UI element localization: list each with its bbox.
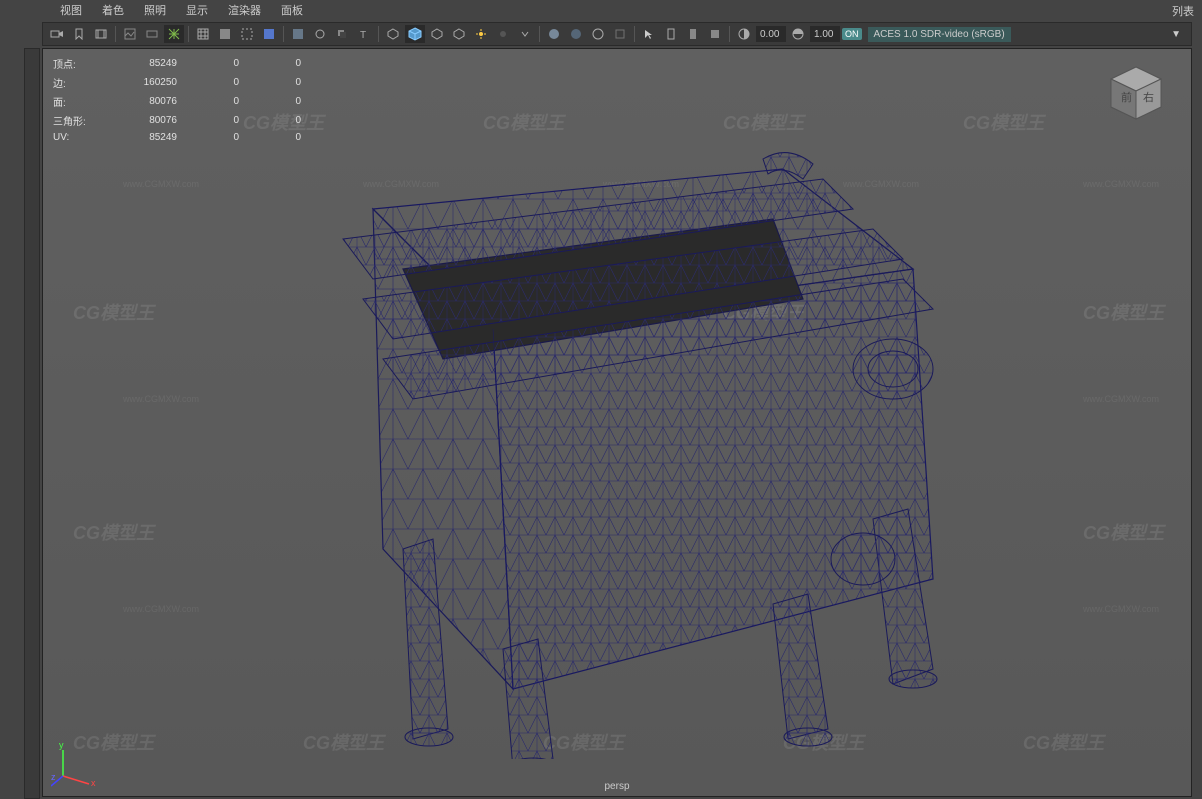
bookmark-icon[interactable] — [69, 25, 89, 43]
cube3-icon[interactable] — [449, 25, 469, 43]
menu-show[interactable]: 显示 — [176, 0, 218, 20]
viewport-toolbar: T 0.00 1.00 ON ACES 1.0 SDR-video (sRGB)… — [42, 22, 1192, 46]
wireframe-icon[interactable] — [193, 25, 213, 43]
arrow-down-icon[interactable] — [515, 25, 535, 43]
viewcube[interactable]: 前 右 — [1101, 59, 1171, 129]
snap3-icon[interactable] — [705, 25, 725, 43]
watermark: CG模型王 — [483, 109, 564, 135]
polycount-hud: 顶点:8524900 边:16025000 面:8007600 三角形:8007… — [51, 53, 303, 146]
hud-row-faces: 面:8007600 — [53, 93, 301, 110]
watermark: CG模型王 — [723, 109, 804, 135]
sphere3-icon[interactable] — [588, 25, 608, 43]
cube2-icon[interactable] — [427, 25, 447, 43]
shaded-wire-icon[interactable] — [259, 25, 279, 43]
film-icon[interactable] — [91, 25, 111, 43]
camera-name: persp — [604, 781, 629, 792]
snap2-icon[interactable] — [683, 25, 703, 43]
light-icon[interactable] — [471, 25, 491, 43]
gate-icon[interactable] — [142, 25, 162, 43]
menu-renderer[interactable]: 渲染器 — [218, 0, 271, 20]
axis-gizmo[interactable]: y x z — [51, 738, 101, 788]
model-wireframe — [213, 139, 993, 759]
watermark-sub: www.CGMXW.com — [123, 179, 199, 189]
watermark: CG模型王 — [963, 109, 1044, 135]
watermark: CG模型王 — [1083, 519, 1164, 545]
text-icon[interactable]: T — [354, 25, 374, 43]
watermark: CG模型王 — [1023, 729, 1104, 755]
snap-icon[interactable] — [661, 25, 681, 43]
sphere2-icon[interactable] — [566, 25, 586, 43]
svg-text:y: y — [59, 740, 64, 750]
bbox-icon[interactable] — [237, 25, 257, 43]
isolate-icon[interactable] — [383, 25, 403, 43]
svg-text:z: z — [51, 772, 56, 782]
menu-view[interactable]: 视图 — [50, 0, 92, 20]
colorspace-dropdown[interactable]: ACES 1.0 SDR-video (sRGB) — [868, 27, 1011, 42]
image-plane-icon[interactable] — [120, 25, 140, 43]
hud-row-verts: 顶点:8524900 — [53, 55, 301, 72]
menu-lighting[interactable]: 照明 — [134, 0, 176, 20]
left-gutter — [0, 20, 24, 799]
watermark-sub: www.CGMXW.com — [1083, 179, 1159, 189]
gamma-icon[interactable] — [788, 25, 808, 43]
svg-text:x: x — [91, 778, 96, 788]
hud-row-edges: 边:16025000 — [53, 74, 301, 91]
exposure-value[interactable]: 0.00 — [756, 26, 786, 42]
viewport[interactable]: CG模型王 CG模型王 CG模型王 CG模型王 www.CGMXW.com ww… — [42, 48, 1192, 797]
dot-icon[interactable] — [493, 25, 513, 43]
shadows-icon[interactable] — [332, 25, 352, 43]
select-camera-icon[interactable] — [47, 25, 67, 43]
chevron-down-icon[interactable]: ▼ — [1171, 29, 1181, 40]
hud-row-tris: 三角形:8007600 — [53, 112, 301, 129]
textured-icon[interactable] — [288, 25, 308, 43]
watermark-sub: www.CGMXW.com — [1083, 604, 1159, 614]
menu-panels[interactable]: 面板 — [271, 0, 313, 20]
left-sidebar[interactable] — [24, 48, 40, 799]
lights-icon[interactable] — [310, 25, 330, 43]
cube-icon[interactable] — [405, 25, 425, 43]
watermark: CG模型王 — [1083, 299, 1164, 325]
watermark-sub: www.CGMXW.com — [123, 604, 199, 614]
viewcube-right: 右 — [1143, 90, 1154, 104]
watermark-sub: www.CGMXW.com — [123, 394, 199, 404]
xray-icon[interactable] — [610, 25, 630, 43]
grid-icon[interactable] — [164, 25, 184, 43]
gamma-value[interactable]: 1.00 — [810, 26, 840, 42]
watermark: CG模型王 — [73, 299, 154, 325]
right-panel-label[interactable]: 列表 — [1172, 3, 1194, 19]
shaded-icon[interactable] — [215, 25, 235, 43]
viewport-canvas[interactable]: CG模型王 CG模型王 CG模型王 CG模型王 www.CGMXW.com ww… — [43, 49, 1191, 796]
sphere-icon[interactable] — [544, 25, 564, 43]
watermark: CG模型王 — [73, 519, 154, 545]
menu-bar: 视图 着色 照明 显示 渲染器 面板 列表 — [0, 0, 1202, 20]
watermark-sub: www.CGMXW.com — [1083, 394, 1159, 404]
cursor-icon[interactable] — [639, 25, 659, 43]
colormanagement-toggle[interactable]: ON — [842, 28, 862, 40]
viewcube-front: 前 — [1121, 90, 1132, 104]
svg-text:T: T — [360, 30, 366, 40]
hud-row-uvs: UV:8524900 — [53, 131, 301, 144]
exposure-icon[interactable] — [734, 25, 754, 43]
menu-shading[interactable]: 着色 — [92, 0, 134, 20]
